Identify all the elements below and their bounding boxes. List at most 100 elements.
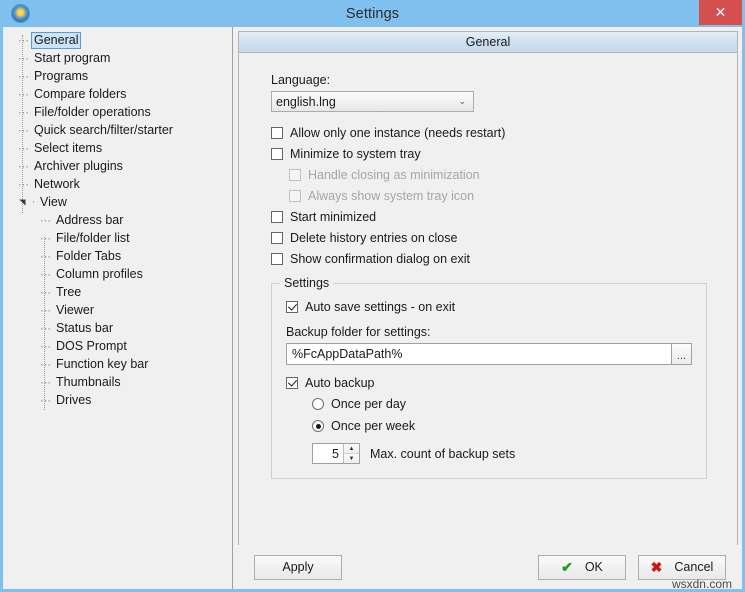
checkbox-label: Allow only one instance (needs restart) [290, 125, 506, 140]
settings-category-tree[interactable]: ⋯ General ⋯ Start program ⋯ Programs ⋯ Compare … [3, 27, 233, 589]
settings-panel: General Language: english.lng ⌄ Allow on… [233, 27, 742, 591]
tree-connector-dash: ⋯ [40, 232, 51, 245]
tree-connector-dash: ⋯ [40, 250, 51, 263]
backup-frequency-group: Once per day Once per week [286, 393, 692, 437]
checkbox-row-minimize-to-system-tray[interactable]: Minimize to system tray [271, 143, 707, 164]
language-label: Language: [271, 73, 331, 87]
max-backup-sets-stepper[interactable]: 5 ▲ ▼ [312, 443, 360, 464]
title-bar: Settings ✕ [3, 0, 742, 27]
radio-once-per-day[interactable] [312, 398, 324, 410]
sidebar-item-label: Column profiles [56, 266, 143, 281]
sidebar-item-compare-folders[interactable]: ⋯ Compare folders [3, 85, 232, 103]
backup-folder-input[interactable]: %FcAppDataPath% [286, 343, 671, 365]
tree-connector-dash: ⋯ [40, 358, 51, 371]
auto-save-settings-checkbox[interactable] [286, 300, 298, 313]
cancel-button[interactable]: ✖ Cancel [638, 554, 726, 580]
stepper-buttons: ▲ ▼ [343, 444, 359, 463]
sidebar-item-label: Start program [34, 50, 111, 65]
ok-button[interactable]: ✔ OK [538, 554, 626, 580]
max-backup-sets-row: 5 ▲ ▼ Max. count of backup sets [286, 443, 692, 464]
sidebar-item-label: Archiver plugins [34, 158, 123, 173]
expander-collapse-icon[interactable]: ◢ [18, 195, 27, 209]
sidebar-item-file-folder-list[interactable]: ⋯ File/folder list [3, 229, 232, 247]
tree-connector-dash: ⋯ [18, 52, 29, 65]
sidebar-item-tree[interactable]: ⋯ Tree [3, 283, 232, 301]
sidebar-item-label: Compare folders [34, 86, 127, 101]
sidebar-item-thumbnails[interactable]: ⋯ Thumbnails [3, 373, 232, 391]
sidebar-item-label: Address bar [56, 212, 124, 227]
sidebar-item-address-bar[interactable]: ⋯ Address bar [3, 211, 232, 229]
sidebar-item-column-profiles[interactable]: ⋯ Column profiles [3, 265, 232, 283]
checkbox-row-start-minimized[interactable]: Start minimized [271, 206, 707, 227]
auto-backup-label: Auto backup [305, 375, 375, 390]
tree-connector-dash: ⋯ [40, 268, 51, 281]
sidebar-item-view[interactable]: ◢ · View [3, 193, 232, 211]
max-backup-sets-value[interactable]: 5 [313, 444, 343, 463]
radio-once-per-week[interactable] [312, 420, 324, 432]
checkbox-handle-closing-as-minimization [289, 168, 301, 181]
settings-group-box: Settings Auto save settings - on exit Ba… [271, 276, 707, 479]
sidebar-item-drives[interactable]: ⋯ Drives [3, 391, 232, 409]
sidebar-item-label: View [40, 194, 67, 209]
sidebar-item-status-bar[interactable]: ⋯ Status bar [3, 319, 232, 337]
window-title: Settings [345, 5, 400, 22]
checkbox-show-confirmation-dialog-on-exit[interactable] [271, 252, 283, 265]
sidebar-item-programs[interactable]: ⋯ Programs [3, 67, 232, 85]
stepper-down-icon[interactable]: ▼ [344, 454, 359, 463]
checkmark-icon: ✔ [561, 559, 573, 575]
sidebar-item-archiver-plugins[interactable]: ⋯ Archiver plugins [3, 157, 232, 175]
sidebar-item-start-program[interactable]: ⋯ Start program [3, 49, 232, 67]
tree-connector-dash: ⋯ [18, 106, 29, 119]
sidebar-item-label: Thumbnails [56, 374, 121, 389]
sidebar-item-network[interactable]: ⋯ Network [3, 175, 232, 193]
sidebar-item-label: Status bar [56, 320, 113, 335]
sidebar-item-general[interactable]: ⋯ General [3, 31, 232, 49]
checkbox-row-always-show-system-tray-icon: Always show system tray icon [271, 185, 707, 206]
tree-connector-dash: ⋯ [18, 88, 29, 101]
checkbox-start-minimized[interactable] [271, 210, 283, 223]
sidebar-item-label: File/folder operations [34, 104, 151, 119]
backup-folder-row: %FcAppDataPath% ... [286, 343, 692, 365]
tree-connector-dash: ⋯ [18, 34, 29, 47]
radio-row-once-per-day[interactable]: Once per day [286, 393, 692, 415]
sidebar-item-label: Programs [34, 68, 89, 83]
sidebar-item-viewer[interactable]: ⋯ Viewer [3, 301, 232, 319]
panel-inner: General Language: english.lng ⌄ Allow on… [238, 31, 738, 545]
checkbox-row-show-confirmation-dialog-on-exit[interactable]: Show confirmation dialog on exit [271, 248, 707, 269]
auto-save-settings-row[interactable]: Auto save settings - on exit [286, 296, 692, 317]
tree-connector-dash: ⋯ [18, 124, 29, 137]
checkbox-row-delete-history-entries-on-close[interactable]: Delete history entries on close [271, 227, 707, 248]
sidebar-item-select-items[interactable]: ⋯ Select items [3, 139, 232, 157]
stepper-up-icon[interactable]: ▲ [344, 444, 359, 454]
radio-row-once-per-week[interactable]: Once per week [286, 415, 692, 437]
auto-backup-row[interactable]: Auto backup [286, 372, 692, 393]
tree-connector-dash: ⋯ [40, 304, 51, 317]
browse-folder-button[interactable]: ... [671, 343, 692, 365]
checkbox-row-allow-only-one-instance-needs-restart[interactable]: Allow only one instance (needs restart) [271, 122, 707, 143]
panel-content: Language: english.lng ⌄ Allow only one i… [239, 53, 737, 545]
checkbox-label: Handle closing as minimization [308, 167, 480, 182]
language-value: english.lng [276, 94, 336, 109]
close-button[interactable]: ✕ [699, 0, 742, 25]
settings-group-title: Settings [280, 276, 334, 290]
sidebar-item-file-folder-operations[interactable]: ⋯ File/folder operations [3, 103, 232, 121]
language-select[interactable]: english.lng ⌄ [271, 91, 474, 112]
watermark: wsxdn.com [671, 577, 732, 591]
checkbox-minimize-to-system-tray[interactable] [271, 147, 283, 160]
apply-button[interactable]: Apply [254, 554, 342, 580]
checkbox-delete-history-entries-on-close[interactable] [271, 231, 283, 244]
cross-icon: ✖ [650, 559, 663, 575]
sidebar-item-folder-tabs[interactable]: ⋯ Folder Tabs [3, 247, 232, 265]
sidebar-item-function-key-bar[interactable]: ⋯ Function key bar [3, 355, 232, 373]
checkbox-label: Show confirmation dialog on exit [290, 251, 470, 266]
ok-button-label: OK [584, 560, 603, 574]
sidebar-item-label: Quick search/filter/starter [34, 122, 173, 137]
sidebar-item-quick-search-filter-starter[interactable]: ⋯ Quick search/filter/starter [3, 121, 232, 139]
sidebar-item-label: Folder Tabs [56, 248, 122, 263]
sidebar-item-dos-prompt[interactable]: ⋯ DOS Prompt [3, 337, 232, 355]
checkbox-label: Minimize to system tray [290, 146, 421, 161]
auto-backup-checkbox[interactable] [286, 376, 298, 389]
checkbox-allow-only-one-instance-needs-restart[interactable] [271, 126, 283, 139]
checkbox-label: Always show system tray icon [308, 188, 475, 203]
sidebar-item-label: DOS Prompt [56, 338, 127, 353]
